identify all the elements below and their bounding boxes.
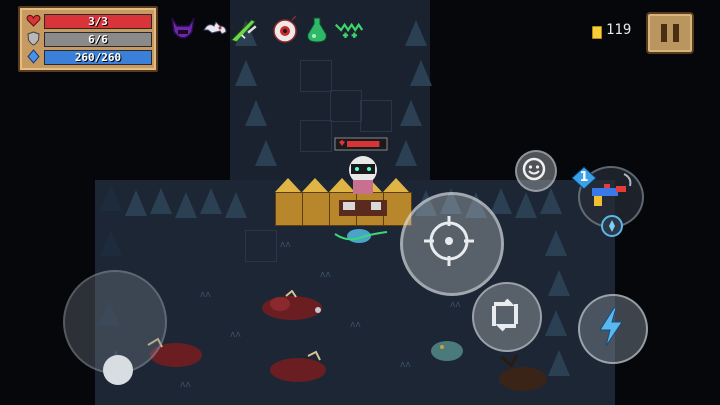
floor-tile	[245, 230, 277, 262]
pine-tree	[395, 140, 417, 166]
floor-tile	[330, 90, 362, 122]
energy-row: 260/260	[26, 49, 152, 65]
health-row: 3/3	[26, 13, 152, 29]
coin-count: 119	[606, 22, 632, 38]
crate-spike	[302, 178, 328, 192]
slime-plant	[431, 341, 463, 361]
wooden-crate	[302, 192, 331, 226]
grass-tuft: ʌʌ	[320, 270, 331, 280]
swap-weapon-icon	[492, 298, 518, 332]
pine-tree	[545, 310, 567, 336]
floor-tile	[300, 120, 332, 152]
pine-tree	[100, 230, 122, 256]
heart-icon	[26, 14, 41, 27]
joystick-knob[interactable]	[103, 355, 133, 385]
gold-coin-icon	[592, 26, 602, 39]
pine-tree	[100, 185, 122, 211]
wooden-crate	[275, 192, 304, 226]
weapon-count-text: 1	[579, 170, 589, 185]
energy-text: 260/260	[74, 51, 122, 64]
pause-button[interactable]	[646, 12, 694, 54]
pine-tree	[540, 188, 562, 214]
pine-tree	[410, 60, 432, 86]
pause-icon-bar	[673, 24, 679, 42]
skeleton-beast-icon	[203, 21, 227, 35]
armor-text: 6/6	[88, 33, 108, 46]
pine-tree	[175, 192, 197, 218]
pine-tree	[400, 100, 422, 126]
weapon-energy-indicator	[601, 215, 623, 237]
grass-tuft: ʌʌ	[180, 380, 191, 390]
grass-tuft: ʌʌ	[450, 300, 461, 310]
buff-bar	[168, 14, 368, 48]
floor-tile	[360, 100, 392, 132]
green-wings-icon	[334, 22, 364, 38]
grass-tuft: ʌʌ	[230, 330, 241, 340]
pine-tree	[548, 270, 570, 296]
shield-icon	[27, 31, 40, 46]
pine-tree	[150, 188, 172, 214]
energy-bar: 260/260	[44, 50, 152, 65]
green-sword-icon	[230, 19, 257, 43]
pine-tree	[125, 190, 147, 216]
defeated-creature	[499, 354, 547, 391]
floor-tile	[300, 60, 332, 92]
energy-crystal-icon	[27, 49, 40, 64]
pine-tree	[255, 140, 277, 166]
health-text: 3/3	[88, 15, 108, 28]
lightning-bolt-icon	[599, 307, 623, 347]
eyeball-icon	[273, 15, 297, 43]
energy-crystal-icon	[609, 220, 615, 232]
grass-tuft: ʌʌ	[200, 290, 211, 300]
attack-button[interactable]	[400, 192, 504, 296]
skill-button[interactable]	[578, 294, 648, 364]
pine-tree	[200, 188, 222, 214]
pine-tree	[545, 230, 567, 256]
pause-icon	[661, 24, 667, 42]
emote-button[interactable]	[515, 150, 557, 192]
pine-tree	[548, 350, 570, 376]
pine-tree	[245, 100, 267, 126]
defeated-boar	[262, 290, 322, 320]
health-bar: 3/3	[44, 14, 152, 29]
crate-spike	[275, 178, 301, 192]
grass-tuft: ʌʌ	[350, 320, 361, 330]
defeated-boar	[270, 350, 326, 382]
pine-tree	[515, 192, 537, 218]
purple-horned-helmet-icon	[171, 17, 195, 39]
swap-weapon-button[interactable]	[472, 282, 542, 352]
smiley-icon	[522, 157, 546, 181]
grass-tuft: ʌʌ	[400, 360, 411, 370]
crosshair-icon	[424, 216, 474, 266]
grass-tuft: ʌʌ	[280, 240, 291, 250]
pine-tree	[405, 20, 427, 46]
pine-tree	[225, 192, 247, 218]
player-character	[334, 137, 388, 243]
game-screen: ʌʌ ʌʌ ʌʌ ʌʌ ʌʌ ʌʌ ʌʌ ʌʌ 3/3 6/6 260/260 …	[0, 0, 720, 405]
armor-bar: 6/6	[44, 32, 152, 47]
green-potion-icon	[307, 17, 327, 43]
pine-tree	[235, 60, 257, 86]
stats-panel: 3/3 6/6 260/260	[18, 6, 158, 72]
armor-row: 6/6	[26, 31, 152, 47]
